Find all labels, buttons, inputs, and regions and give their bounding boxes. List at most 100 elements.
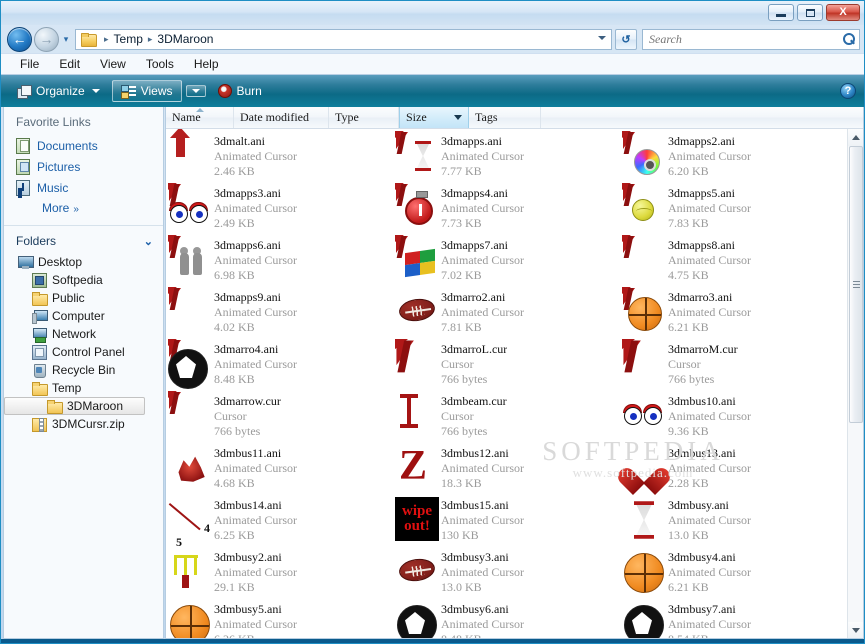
file-item[interactable]: 3dmarro2.ani Animated Cursor 7.81 KB (393, 285, 620, 337)
file-size: 766 bytes (214, 424, 261, 438)
history-dropdown-button[interactable]: ▾ (59, 34, 73, 45)
file-item[interactable]: 3dmapps8.ani Animated Cursor 4.75 KB (620, 233, 847, 285)
forward-button[interactable]: → (34, 26, 59, 52)
softpedia-icon (32, 273, 47, 288)
tree-item-network[interactable]: Network (4, 325, 163, 343)
scroll-down-button[interactable] (848, 622, 863, 638)
up-arrow-cursor-icon (166, 129, 214, 179)
file-meta: 3dmapps7.ani Animated Cursor 7.02 KB (441, 233, 524, 283)
scrollbar-thumb[interactable] (849, 146, 863, 423)
tree-item-control-panel[interactable]: Control Panel (4, 343, 163, 361)
tree-item-label: Network (52, 327, 97, 341)
help-button[interactable]: ? (840, 83, 856, 99)
column-header-date-modified[interactable]: Date modified (234, 107, 329, 128)
file-item[interactable]: 3dmarroL.cur Cursor 766 bytes (393, 337, 620, 389)
file-size: 6.25 KB (214, 528, 255, 542)
file-item[interactable]: Z 3dmbus12.ani Animated Cursor 18.3 KB (393, 441, 620, 493)
scroll-up-button[interactable] (848, 129, 863, 146)
tree-item-recycle-bin[interactable]: Recycle Bin (4, 361, 163, 379)
file-meta: 3dmapps5.ani Animated Cursor 7.83 KB (668, 181, 751, 231)
tree-item-temp[interactable]: Temp (4, 379, 163, 397)
tree-item-desktop[interactable]: Desktop (4, 253, 163, 271)
column-header-type[interactable]: Type (329, 107, 399, 128)
views-button[interactable]: Views (111, 80, 182, 102)
file-type: Animated Cursor (214, 149, 297, 163)
file-item[interactable]: 3dmapps5.ani Animated Cursor 7.83 KB (620, 181, 847, 233)
file-item[interactable]: 3dmbus13.ani Animated Cursor 2.28 KB (620, 441, 847, 493)
file-item[interactable]: 3dmarroM.cur Cursor 766 bytes (620, 337, 847, 389)
file-item[interactable]: 3dmbus11.ani Animated Cursor 4.68 KB (166, 441, 393, 493)
sidebar-item-documents[interactable]: Documents (4, 135, 163, 156)
file-item[interactable]: 3dmapps7.ani Animated Cursor 7.02 KB (393, 233, 620, 285)
file-item[interactable]: 3dmapps6.ani Animated Cursor 6.98 KB (166, 233, 393, 285)
eyes-icon (620, 391, 668, 439)
file-meta: 3dmbusy4.ani Animated Cursor 6.21 KB (668, 545, 751, 595)
file-item[interactable]: 3dmarrow.cur Cursor 766 bytes (166, 389, 393, 441)
search-input[interactable] (647, 30, 843, 48)
search-box[interactable] (642, 28, 860, 50)
column-headers: Name Date modified Type Size Tags (166, 107, 863, 129)
sidebar-item-music[interactable]: Music (4, 177, 163, 198)
file-item[interactable]: 3dmbusy.ani Animated Cursor 13.0 KB (620, 493, 847, 545)
minimize-button[interactable] (768, 4, 794, 21)
file-item[interactable]: 3dmbusy4.ani Animated Cursor 6.21 KB (620, 545, 847, 597)
sidebar-more-button[interactable]: More» (4, 198, 163, 221)
tree-item-3dmaroon[interactable]: 3DMaroon (4, 397, 145, 415)
file-item[interactable]: 3dmapps9.ani Animated Cursor 4.02 KB (166, 285, 393, 337)
file-item[interactable]: 3dmbusy2.ani Animated Cursor 29.1 KB (166, 545, 393, 597)
file-item[interactable]: 3dmbus10.ani Animated Cursor 9.36 KB (620, 389, 847, 441)
file-item[interactable]: 3dmbusy3.ani Animated Cursor 13.0 KB (393, 545, 620, 597)
file-item[interactable]: 4 5 3dmbus14.ani Animated Cursor 6.25 KB (166, 493, 393, 549)
file-item[interactable]: 3dmbeam.cur Cursor 766 bytes (393, 389, 620, 441)
back-button[interactable]: ← (7, 26, 32, 52)
views-label: Views (140, 84, 173, 98)
sidebar-item-pictures[interactable]: Pictures (4, 156, 163, 177)
file-item[interactable]: 3dmbusy7.ani Animated Cursor 8.54 KB (620, 597, 847, 638)
cursor-stopwatch-icon (393, 183, 441, 231)
breadcrumb-item-3dmaroon[interactable]: 3DMaroon (156, 32, 214, 46)
file-item[interactable]: 3dmapps4.ani Animated Cursor 7.73 KB (393, 181, 620, 233)
search-icon[interactable] (843, 33, 855, 45)
tree-item-public[interactable]: Public (4, 289, 163, 307)
file-size: 2.46 KB (214, 164, 255, 178)
file-item[interactable]: 3dmbusy5.ani Animated Cursor 6.26 KB (166, 597, 393, 638)
file-type: Animated Cursor (214, 461, 297, 475)
tree-item-computer[interactable]: Computer (4, 307, 163, 325)
breadcrumb-item-temp[interactable]: Temp (113, 32, 144, 46)
menu-item-view[interactable]: View (91, 55, 135, 73)
file-item[interactable]: 3dmapps2.ani Animated Cursor 6.20 KB (620, 129, 847, 181)
file-item[interactable]: 3dmapps3.ani Animated Cursor 2.49 KB (166, 181, 393, 233)
chevron-down-icon[interactable] (454, 115, 462, 120)
file-item[interactable]: 3dmarro4.ani Animated Cursor 8.48 KB (166, 337, 393, 389)
file-name: 3dmarro2.ani (441, 290, 506, 304)
organize-button[interactable]: Organize (9, 81, 108, 101)
breadcrumb[interactable]: ▸ Temp ▸ 3DMaroon (75, 28, 612, 50)
file-meta: 3dmbusy5.ani Animated Cursor 6.26 KB (214, 597, 297, 638)
file-item[interactable]: 3dmarro3.ani Animated Cursor 6.21 KB (620, 285, 847, 337)
vertical-scrollbar[interactable] (847, 129, 863, 638)
file-row: 3dmapps6.ani Animated Cursor 6.98 KB 3dmapp… (166, 233, 849, 285)
tree-item-3dmcursr-zip[interactable]: 3DMCursr.zip (4, 415, 163, 433)
column-header-size[interactable]: Size (399, 107, 469, 128)
sidebar-item-label: Music (37, 180, 69, 195)
maximize-button[interactable] (797, 4, 823, 21)
close-button[interactable]: X (826, 4, 860, 21)
menu-item-edit[interactable]: Edit (50, 55, 89, 73)
file-item[interactable]: 3dmalt.ani Animated Cursor 2.46 KB (166, 129, 393, 181)
burn-button[interactable]: Burn (210, 81, 270, 101)
folders-header[interactable]: Folders ⌄ (4, 230, 163, 253)
menu-item-help[interactable]: Help (185, 55, 228, 73)
views-dropdown-button[interactable] (185, 85, 206, 97)
column-header-tags[interactable]: Tags (469, 107, 541, 128)
column-header-name[interactable]: Name (166, 107, 234, 128)
menu-item-tools[interactable]: Tools (137, 55, 183, 73)
tree-item-softpedia[interactable]: Softpedia (4, 271, 163, 289)
file-item[interactable]: wipe out! 3dmbus15.ani Animated Cursor 130 K… (393, 493, 620, 545)
chevron-down-icon[interactable] (598, 35, 606, 40)
file-item[interactable]: 3dmapps.ani Animated Cursor 7.77 KB (393, 129, 620, 181)
file-size: 4.68 KB (214, 476, 255, 490)
menu-item-file[interactable]: File (11, 55, 48, 73)
file-row: 3dmalt.ani Animated Cursor 2.46 KB 3dmapps.… (166, 129, 849, 181)
file-item[interactable]: 3dmbusy6.ani Animated Cursor 8.48 KB (393, 597, 620, 638)
refresh-button[interactable]: ↺ (615, 28, 637, 50)
